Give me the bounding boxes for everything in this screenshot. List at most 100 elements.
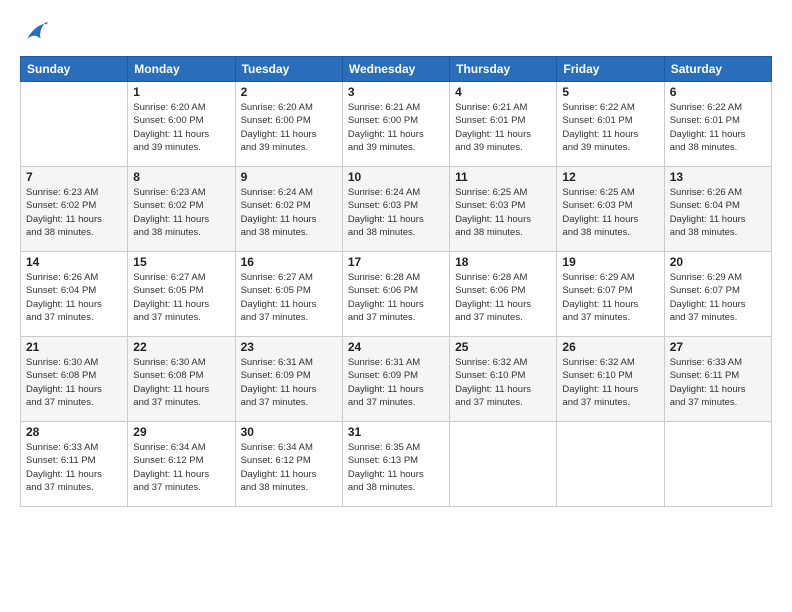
day-info: Sunrise: 6:22 AMSunset: 6:01 PMDaylight:… bbox=[670, 101, 766, 154]
calendar-cell: 22 Sunrise: 6:30 AMSunset: 6:08 PMDayligh… bbox=[128, 337, 235, 422]
calendar-week-2: 7Sunrise: 6:23 AMSunset: 6:02 PMDaylight… bbox=[21, 167, 772, 252]
calendar-table: SundayMondayTuesdayWednesdayThursdayFrid… bbox=[20, 56, 772, 507]
day-info: Sunrise: 6:21 AMSunset: 6:01 PMDaylight:… bbox=[455, 101, 551, 154]
calendar-cell: 7Sunrise: 6:23 AMSunset: 6:02 PMDaylight… bbox=[21, 167, 128, 252]
calendar-cell: 12 Sunrise: 6:25 AMSunset: 6:03 PMDayligh… bbox=[557, 167, 664, 252]
day-number: 27 bbox=[670, 340, 766, 354]
day-header-wednesday: Wednesday bbox=[342, 57, 449, 82]
day-info: Sunrise: 6:26 AMSunset: 6:04 PMDaylight:… bbox=[26, 271, 122, 324]
day-info: Sunrise: 6:28 AMSunset: 6:06 PMDaylight:… bbox=[455, 271, 551, 324]
day-info: Sunrise: 6:23 AMSunset: 6:02 PMDaylight:… bbox=[133, 186, 229, 239]
day-number: 18 bbox=[455, 255, 551, 269]
page: SundayMondayTuesdayWednesdayThursdayFrid… bbox=[0, 0, 792, 612]
day-number: 9 bbox=[241, 170, 337, 184]
logo-icon bbox=[20, 18, 48, 46]
calendar-cell: 24 Sunrise: 6:31 AMSunset: 6:09 PMDayligh… bbox=[342, 337, 449, 422]
calendar-cell: 20 Sunrise: 6:29 AMSunset: 6:07 PMDayligh… bbox=[664, 252, 771, 337]
day-number: 22 bbox=[133, 340, 229, 354]
calendar-cell: 30Sunrise: 6:34 AMSunset: 6:12 PMDayligh… bbox=[235, 422, 342, 507]
day-number: 12 bbox=[562, 170, 658, 184]
calendar-cell bbox=[557, 422, 664, 507]
day-header-sunday: Sunday bbox=[21, 57, 128, 82]
calendar-week-3: 14 Sunrise: 6:26 AMSunset: 6:04 PMDayligh… bbox=[21, 252, 772, 337]
day-number: 29 bbox=[133, 425, 229, 439]
day-number: 16 bbox=[241, 255, 337, 269]
calendar-cell bbox=[450, 422, 557, 507]
day-info: Sunrise: 6:33 AMSunset: 6:11 PMDaylight:… bbox=[670, 356, 766, 409]
day-header-tuesday: Tuesday bbox=[235, 57, 342, 82]
day-number: 23 bbox=[241, 340, 337, 354]
day-number: 15 bbox=[133, 255, 229, 269]
day-header-monday: Monday bbox=[128, 57, 235, 82]
header bbox=[20, 18, 772, 46]
day-info: Sunrise: 6:35 AMSunset: 6:13 PMDaylight:… bbox=[348, 441, 444, 494]
day-info: Sunrise: 6:31 AMSunset: 6:09 PMDaylight:… bbox=[241, 356, 337, 409]
day-number: 11 bbox=[455, 170, 551, 184]
day-info: Sunrise: 6:33 AMSunset: 6:11 PMDaylight:… bbox=[26, 441, 122, 494]
calendar-cell: 28Sunrise: 6:33 AMSunset: 6:11 PMDayligh… bbox=[21, 422, 128, 507]
day-info: Sunrise: 6:31 AMSunset: 6:09 PMDaylight:… bbox=[348, 356, 444, 409]
calendar-cell: 14 Sunrise: 6:26 AMSunset: 6:04 PMDayligh… bbox=[21, 252, 128, 337]
calendar-cell: 10 Sunrise: 6:24 AMSunset: 6:03 PMDayligh… bbox=[342, 167, 449, 252]
logo bbox=[20, 18, 52, 46]
calendar-cell: 3Sunrise: 6:21 AMSunset: 6:00 PMDaylight… bbox=[342, 82, 449, 167]
day-number: 4 bbox=[455, 85, 551, 99]
day-number: 2 bbox=[241, 85, 337, 99]
calendar-cell: 25 Sunrise: 6:32 AMSunset: 6:10 PMDayligh… bbox=[450, 337, 557, 422]
day-number: 31 bbox=[348, 425, 444, 439]
day-number: 24 bbox=[348, 340, 444, 354]
day-number: 13 bbox=[670, 170, 766, 184]
day-info: Sunrise: 6:24 AMSunset: 6:02 PMDaylight:… bbox=[241, 186, 337, 239]
day-number: 3 bbox=[348, 85, 444, 99]
day-info: Sunrise: 6:25 AMSunset: 6:03 PMDaylight:… bbox=[562, 186, 658, 239]
day-number: 25 bbox=[455, 340, 551, 354]
calendar-cell: 1Sunrise: 6:20 AMSunset: 6:00 PMDaylight… bbox=[128, 82, 235, 167]
day-number: 10 bbox=[348, 170, 444, 184]
calendar-cell: 2Sunrise: 6:20 AMSunset: 6:00 PMDaylight… bbox=[235, 82, 342, 167]
calendar-cell: 4 Sunrise: 6:21 AMSunset: 6:01 PMDaylight… bbox=[450, 82, 557, 167]
calendar-body: 1Sunrise: 6:20 AMSunset: 6:00 PMDaylight… bbox=[21, 82, 772, 507]
day-info: Sunrise: 6:20 AMSunset: 6:00 PMDaylight:… bbox=[133, 101, 229, 154]
day-info: Sunrise: 6:32 AMSunset: 6:10 PMDaylight:… bbox=[562, 356, 658, 409]
calendar-cell: 16 Sunrise: 6:27 AMSunset: 6:05 PMDayligh… bbox=[235, 252, 342, 337]
day-info: Sunrise: 6:30 AMSunset: 6:08 PMDaylight:… bbox=[133, 356, 229, 409]
day-header-thursday: Thursday bbox=[450, 57, 557, 82]
day-info: Sunrise: 6:24 AMSunset: 6:03 PMDaylight:… bbox=[348, 186, 444, 239]
calendar-cell bbox=[21, 82, 128, 167]
day-info: Sunrise: 6:30 AMSunset: 6:08 PMDaylight:… bbox=[26, 356, 122, 409]
day-number: 19 bbox=[562, 255, 658, 269]
day-number: 21 bbox=[26, 340, 122, 354]
day-number: 30 bbox=[241, 425, 337, 439]
calendar-cell bbox=[664, 422, 771, 507]
day-info: Sunrise: 6:29 AMSunset: 6:07 PMDaylight:… bbox=[670, 271, 766, 324]
calendar-cell: 21 Sunrise: 6:30 AMSunset: 6:08 PMDayligh… bbox=[21, 337, 128, 422]
day-info: Sunrise: 6:23 AMSunset: 6:02 PMDaylight:… bbox=[26, 186, 122, 239]
calendar-cell: 13Sunrise: 6:26 AMSunset: 6:04 PMDayligh… bbox=[664, 167, 771, 252]
day-header-friday: Friday bbox=[557, 57, 664, 82]
calendar-cell: 6 Sunrise: 6:22 AMSunset: 6:01 PMDaylight… bbox=[664, 82, 771, 167]
calendar-cell: 26 Sunrise: 6:32 AMSunset: 6:10 PMDayligh… bbox=[557, 337, 664, 422]
day-number: 8 bbox=[133, 170, 229, 184]
day-number: 6 bbox=[670, 85, 766, 99]
day-info: Sunrise: 6:27 AMSunset: 6:05 PMDaylight:… bbox=[133, 271, 229, 324]
day-number: 20 bbox=[670, 255, 766, 269]
calendar-cell: 17 Sunrise: 6:28 AMSunset: 6:06 PMDayligh… bbox=[342, 252, 449, 337]
calendar-header-row: SundayMondayTuesdayWednesdayThursdayFrid… bbox=[21, 57, 772, 82]
day-info: Sunrise: 6:32 AMSunset: 6:10 PMDaylight:… bbox=[455, 356, 551, 409]
day-number: 5 bbox=[562, 85, 658, 99]
calendar-week-4: 21 Sunrise: 6:30 AMSunset: 6:08 PMDayligh… bbox=[21, 337, 772, 422]
calendar-cell: 9 Sunrise: 6:24 AMSunset: 6:02 PMDaylight… bbox=[235, 167, 342, 252]
day-info: Sunrise: 6:27 AMSunset: 6:05 PMDaylight:… bbox=[241, 271, 337, 324]
day-number: 26 bbox=[562, 340, 658, 354]
calendar-cell: 5Sunrise: 6:22 AMSunset: 6:01 PMDaylight… bbox=[557, 82, 664, 167]
calendar-cell: 23 Sunrise: 6:31 AMSunset: 6:09 PMDayligh… bbox=[235, 337, 342, 422]
day-number: 17 bbox=[348, 255, 444, 269]
day-info: Sunrise: 6:34 AMSunset: 6:12 PMDaylight:… bbox=[133, 441, 229, 494]
calendar-cell: 19Sunrise: 6:29 AMSunset: 6:07 PMDayligh… bbox=[557, 252, 664, 337]
day-number: 14 bbox=[26, 255, 122, 269]
day-info: Sunrise: 6:28 AMSunset: 6:06 PMDaylight:… bbox=[348, 271, 444, 324]
day-info: Sunrise: 6:25 AMSunset: 6:03 PMDaylight:… bbox=[455, 186, 551, 239]
calendar-cell: 11 Sunrise: 6:25 AMSunset: 6:03 PMDayligh… bbox=[450, 167, 557, 252]
calendar-cell: 29 Sunrise: 6:34 AMSunset: 6:12 PMDayligh… bbox=[128, 422, 235, 507]
calendar-cell: 8 Sunrise: 6:23 AMSunset: 6:02 PMDaylight… bbox=[128, 167, 235, 252]
